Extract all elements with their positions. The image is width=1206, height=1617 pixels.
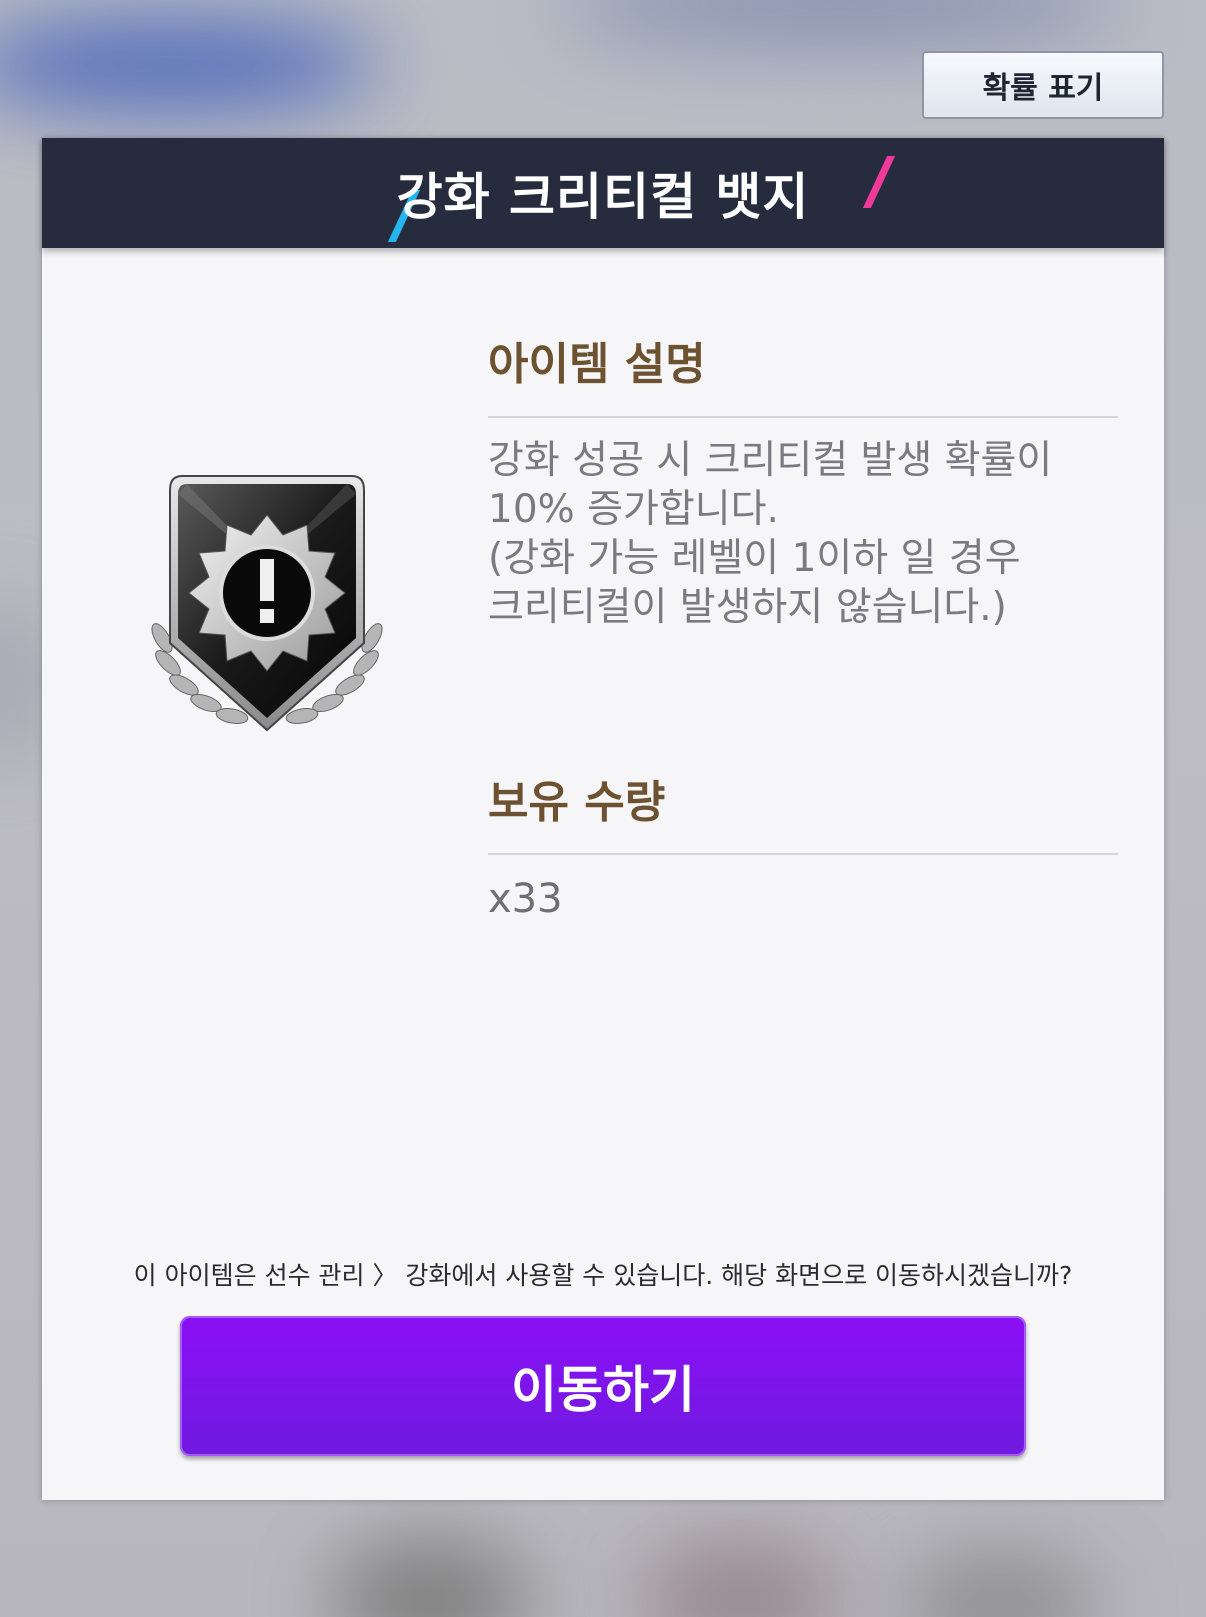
quantity-heading: 보유 수량 (488, 777, 666, 828)
critical-badge-icon (132, 468, 402, 748)
item-info-dialog: 강화 크리티컬 뱃지 아이템 설명 강화 성공 시 크리티컬 발생 확률이 10… (42, 138, 1164, 1500)
probability-display-button[interactable]: 확률 표기 (922, 51, 1164, 119)
description-heading: 아이템 설명 (488, 339, 706, 390)
dialog-title: 강화 크리티컬 뱃지 (396, 168, 810, 226)
owned-quantity-value: x33 (488, 876, 563, 922)
description-divider (488, 416, 1118, 418)
item-description-text: 강화 성공 시 크리티컬 발생 확률이 10% 증가합니다. (강화 가능 레벨… (488, 438, 1053, 630)
quantity-divider (488, 853, 1118, 855)
dialog-header: 강화 크리티컬 뱃지 (42, 138, 1164, 248)
go-button[interactable]: 이동하기 (180, 1316, 1026, 1456)
navigation-notice: 이 아이템은 선수 관리 〉 강화에서 사용할 수 있습니다. 해당 화면으로 … (133, 1261, 1073, 1290)
